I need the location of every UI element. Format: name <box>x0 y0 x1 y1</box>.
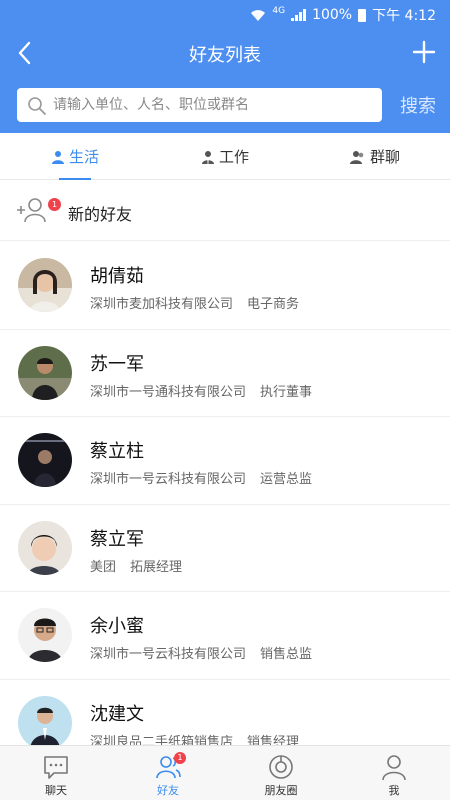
friend-name: 蔡立柱 <box>90 441 144 462</box>
worker-icon <box>201 150 214 164</box>
friend-item[interactable]: 苏一军 深圳市一号通科技有限公司 执行董事 <box>0 330 450 417</box>
tab-work-label: 工作 <box>218 148 249 166</box>
tab-chat-label: 聊天 <box>45 784 67 797</box>
tab-group-chat[interactable]: 群聊 <box>300 133 450 180</box>
search-box[interactable] <box>17 88 382 122</box>
tab-work[interactable]: 工作 <box>150 133 300 180</box>
page-title: 好友列表 <box>189 45 261 66</box>
person-icon <box>51 150 64 164</box>
friend-position: 销售总监 <box>260 647 313 662</box>
avatar <box>18 695 72 745</box>
chat-icon <box>44 756 68 779</box>
avatar <box>18 345 72 400</box>
clock: 下午 4:12 <box>372 8 436 24</box>
friends-badge: 1 <box>174 752 186 764</box>
wifi-icon <box>251 9 266 21</box>
friend-company: 深圳市一号云科技有限公司 <box>90 647 247 662</box>
friend-info: 深圳市一号云科技有限公司 销售总监 <box>90 643 312 662</box>
battery-percent: 100% <box>312 7 353 23</box>
friend-info: 深圳市一号云科技有限公司 运营总监 <box>90 468 312 487</box>
friend-name: 蔡立军 <box>90 528 144 550</box>
new-friends-row[interactable]: 1 新的好友 <box>0 181 450 241</box>
group-chat-icon <box>349 150 364 164</box>
friend-item[interactable]: 胡倩茹 深圳市麦加科技有限公司 电子商务 <box>0 242 450 330</box>
avatar <box>18 258 72 312</box>
tab-chat[interactable]: 聊天 <box>0 746 112 800</box>
tab-friends[interactable]: 1 好友 <box>112 746 224 800</box>
friend-item[interactable]: 蔡立军 美团 拓展经理 <box>0 505 450 592</box>
new-friends-label: 新的好友 <box>68 205 133 224</box>
tab-life-label: 生活 <box>68 148 99 166</box>
add-icon[interactable] <box>412 40 436 64</box>
friend-name: 苏一军 <box>90 353 144 375</box>
status-right: 4G 100% 下午 4:12 <box>250 5 436 25</box>
friend-company: 深圳市一号云科技有限公司 <box>90 472 247 487</box>
profile-icon <box>382 755 406 781</box>
tab-moments-label: 朋友圈 <box>264 784 298 797</box>
battery-icon <box>358 8 367 22</box>
status-bar: 4G 100% 下午 4:12 <box>0 0 450 28</box>
tab-group-chat-label: 群聊 <box>369 148 400 166</box>
friend-item[interactable]: 蔡立柱 深圳市一号云科技有限公司 运营总监 <box>0 417 450 505</box>
friend-info: 深圳市麦加科技有限公司 电子商务 <box>90 293 299 312</box>
friend-item[interactable]: 沈建文 深圳良品二手纸箱销售店 销售经理 <box>0 680 450 746</box>
new-friends-badge: 1 <box>48 198 61 211</box>
search-row: 搜索 <box>0 78 450 133</box>
friend-name: 余小蜜 <box>90 616 144 637</box>
friend-list: 胡倩茹 深圳市麦加科技有限公司 电子商务 苏一军 深圳市一号通科技有限公司 执行董事… <box>0 242 450 745</box>
tab-friends-label: 好友 <box>157 784 179 797</box>
friend-info: 深圳市一号通科技有限公司 执行董事 <box>90 381 312 400</box>
friend-company: 深圳良品二手纸箱销售店 <box>90 734 234 746</box>
friend-position: 拓展经理 <box>130 559 183 575</box>
moments-icon <box>269 755 293 779</box>
friend-position: 电子商务 <box>247 297 300 312</box>
search-icon <box>28 97 46 115</box>
friend-item[interactable]: 余小蜜 深圳市一号云科技有限公司 销售总监 <box>0 592 450 680</box>
tab-underline <box>59 178 91 180</box>
search-button[interactable]: 搜索 <box>400 92 436 118</box>
friend-company: 美团 <box>90 559 117 575</box>
avatar <box>18 520 72 575</box>
friend-info: 美团 拓展经理 <box>90 556 182 575</box>
nav-bar: 好友列表 <box>0 28 450 78</box>
friend-name: 沈建文 <box>90 703 144 725</box>
avatar <box>18 433 72 487</box>
tab-me[interactable]: 我 <box>338 746 450 800</box>
tab-moments[interactable]: 朋友圈 <box>225 746 337 800</box>
signal-icon <box>291 9 307 21</box>
category-tabs: 生活 工作 群聊 <box>0 133 450 180</box>
bottom-tab-bar: 聊天 1 好友 朋友圈 我 <box>0 745 450 800</box>
tab-life[interactable]: 生活 <box>0 133 150 180</box>
friend-position: 运营总监 <box>260 472 313 487</box>
avatar <box>18 608 72 662</box>
add-friend-icon <box>17 198 46 223</box>
friend-position: 销售经理 <box>247 734 300 746</box>
search-input[interactable] <box>53 88 373 122</box>
friend-position: 执行董事 <box>260 384 313 400</box>
tab-me-label: 我 <box>388 784 400 797</box>
network-label: 4G <box>272 6 286 16</box>
friend-company: 深圳市一号通科技有限公司 <box>90 384 247 400</box>
friend-info: 深圳良品二手纸箱销售店 销售经理 <box>90 731 299 746</box>
friend-name: 胡倩茹 <box>90 266 144 287</box>
friend-company: 深圳市麦加科技有限公司 <box>90 297 234 312</box>
